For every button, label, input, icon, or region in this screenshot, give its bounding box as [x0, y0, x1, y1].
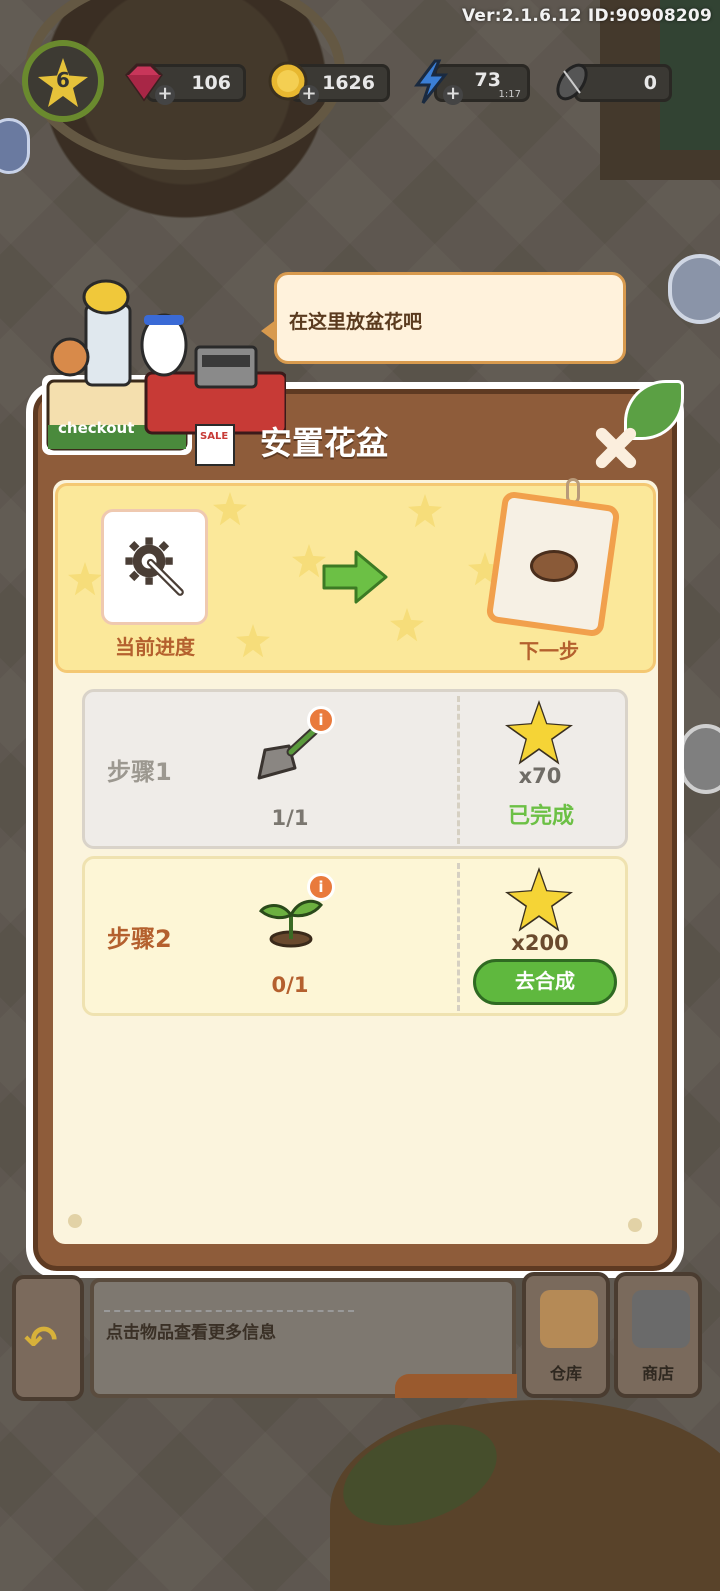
- reward-amount: x200: [511, 931, 569, 955]
- item-info-button[interactable]: i: [307, 873, 335, 901]
- step-name: 步骤2: [107, 925, 172, 953]
- completed-label: 已完成: [507, 804, 574, 829]
- coins-counter[interactable]: + 1626: [268, 61, 390, 105]
- side-search-button[interactable]: [668, 254, 720, 324]
- step-row-1: 步骤1 i 1/1 x70 已完成: [82, 689, 628, 849]
- info-panel-tab: [395, 1374, 517, 1398]
- flower-pot-icon: [530, 550, 578, 582]
- seeds-value: 0: [643, 72, 657, 94]
- item-info-button[interactable]: i: [307, 706, 335, 734]
- player-level-badge[interactable]: 6: [22, 40, 104, 122]
- background-star-icon: [213, 492, 247, 526]
- gems-counter[interactable]: + 106: [125, 63, 246, 105]
- arrow-right-icon: [322, 550, 388, 604]
- reward-amount: x70: [518, 764, 562, 788]
- step-row-2: 步骤2 i 0/1 x200 去合成: [82, 856, 628, 1016]
- background-star-icon: [390, 608, 424, 642]
- energy-counter[interactable]: + 73 1:17: [414, 59, 530, 105]
- coins-value: 1626: [322, 72, 375, 94]
- player-level: 6: [56, 68, 70, 92]
- next-step-label: 下一步: [519, 639, 579, 663]
- version-label: Ver:2.1.6.12 ID:90908209: [461, 6, 712, 26]
- tutorial-text: 在这里放盆花吧: [289, 311, 423, 333]
- step-divider: [457, 696, 460, 844]
- panel-corner-dot: [68, 1214, 82, 1228]
- background-star-icon: [236, 624, 270, 658]
- current-progress-label: 当前进度: [115, 635, 195, 659]
- step-divider: [457, 863, 460, 1011]
- shop-label: 商店: [641, 1364, 674, 1383]
- add-gems-button[interactable]: +: [155, 85, 175, 105]
- item-info-hint: 点击物品查看更多信息: [106, 1323, 276, 1343]
- sale-sign: SALE: [200, 431, 228, 442]
- side-close-button[interactable]: [680, 724, 720, 794]
- gems-value: 106: [191, 72, 231, 94]
- go-merge-button[interactable]: 去合成: [473, 959, 617, 1005]
- add-energy-button[interactable]: +: [443, 85, 463, 105]
- step-name: 步骤1: [107, 758, 172, 786]
- info-divider: [104, 1310, 354, 1312]
- warehouse-button[interactable]: 仓库: [522, 1272, 610, 1398]
- panel-corner-dot: [628, 1218, 642, 1232]
- seeds-counter[interactable]: 0: [556, 63, 672, 102]
- shop-button[interactable]: 商店: [614, 1272, 702, 1398]
- energy-value: 73: [474, 69, 501, 91]
- seed-icon: [556, 63, 588, 101]
- warehouse-icon: [540, 1290, 598, 1348]
- energy-timer: 1:17: [498, 89, 521, 100]
- side-menu-button[interactable]: [0, 118, 30, 174]
- checkout-sign: checkout: [58, 419, 134, 437]
- step-count: 1/1: [271, 806, 309, 830]
- dialog-title: 安置花盆: [260, 424, 389, 462]
- warehouse-label: 仓库: [549, 1364, 582, 1383]
- background-star-icon: [68, 562, 102, 596]
- back-arrow-icon: ↶: [24, 1318, 58, 1364]
- step-count: 0/1: [271, 973, 309, 997]
- gear-wrench-icon: [125, 537, 184, 596]
- tutorial-speech-bubble: 在这里放盆花吧: [261, 272, 626, 364]
- add-coins-button[interactable]: +: [299, 85, 319, 105]
- background-star-icon: [408, 494, 442, 528]
- shop-illustration: checkout SALE: [42, 279, 286, 466]
- current-progress-box: [101, 509, 208, 625]
- close-dialog-button[interactable]: [588, 420, 644, 476]
- locked-shop-icon: [632, 1290, 690, 1348]
